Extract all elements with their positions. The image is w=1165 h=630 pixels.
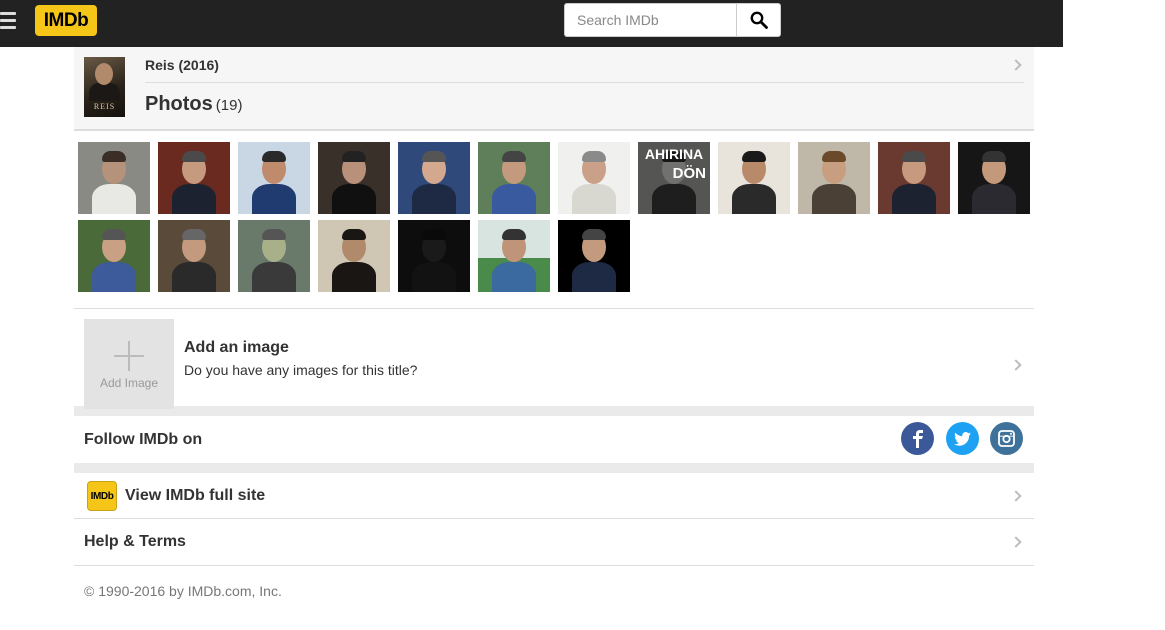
chevron-right-icon — [1010, 536, 1022, 548]
instagram-button[interactable] — [990, 422, 1023, 455]
photo-thumbnail[interactable] — [238, 220, 310, 292]
photo-thumbnail[interactable] — [558, 142, 630, 214]
search-button[interactable] — [736, 3, 781, 37]
follow-label: Follow IMDb on — [84, 431, 203, 448]
photo-thumbnail[interactable] — [158, 142, 230, 214]
photo-thumbnail[interactable] — [478, 220, 550, 292]
photo-thumbnail[interactable] — [78, 142, 150, 214]
facebook-button[interactable] — [901, 422, 934, 455]
add-image-button[interactable]: Add Image — [84, 319, 174, 409]
title-poster[interactable]: REIS — [84, 57, 125, 117]
poster-text: REIS — [93, 102, 116, 111]
chevron-right-icon — [1010, 359, 1022, 371]
photo-caption: AHIRINA DÖN — [638, 142, 710, 214]
photo-thumbnail[interactable] — [318, 220, 390, 292]
title-name[interactable]: Reis (2016) — [145, 57, 219, 73]
search-icon — [750, 11, 768, 29]
title-divider — [145, 82, 1024, 83]
photo-count: (19) — [215, 97, 243, 114]
hamburger-menu-icon[interactable] — [0, 12, 16, 30]
photo-thumbnail[interactable] — [238, 142, 310, 214]
help-terms-row[interactable]: Help & Terms — [74, 519, 1034, 566]
imdb-logo[interactable]: IMDb — [35, 5, 97, 36]
photo-thumbnail[interactable] — [798, 142, 870, 214]
photo-thumbnail[interactable] — [478, 142, 550, 214]
follow-row: Follow IMDb on — [74, 416, 1034, 473]
facebook-icon — [912, 429, 923, 448]
photo-thumbnail[interactable] — [718, 142, 790, 214]
photo-thumbnail[interactable] — [558, 220, 630, 292]
top-navbar: IMDb — [0, 0, 1063, 47]
twitter-button[interactable] — [946, 422, 979, 455]
photo-thumbnail[interactable] — [158, 220, 230, 292]
photo-thumbnail[interactable]: AHIRINA DÖN — [638, 142, 710, 214]
photo-thumbnail[interactable] — [318, 142, 390, 214]
photo-thumbnail[interactable] — [878, 142, 950, 214]
add-image-title: Add an image — [184, 339, 289, 356]
copyright-text: © 1990-2016 by IMDb.com, Inc. — [84, 583, 282, 599]
twitter-icon — [954, 431, 971, 446]
page-title: Photos (19) — [145, 93, 242, 116]
add-image-row[interactable]: Add Image Add an image Do you have any i… — [74, 309, 1034, 416]
photo-thumbnail[interactable] — [398, 142, 470, 214]
chevron-right-icon — [1010, 490, 1022, 502]
photo-thumbnail[interactable] — [398, 220, 470, 292]
search-bar — [564, 3, 781, 37]
chevron-right-icon — [1010, 59, 1022, 71]
section-title: Photos — [145, 93, 213, 115]
title-header[interactable]: REIS Reis (2016) Photos (19) — [74, 47, 1034, 131]
view-full-site-link[interactable]: View IMDb full site — [125, 487, 265, 505]
main-content: REIS Reis (2016) Photos (19) AHIRINA DÖN A… — [74, 47, 1034, 616]
photo-thumbnail[interactable] — [958, 142, 1030, 214]
add-image-subtitle: Do you have any images for this title? — [184, 362, 418, 378]
photo-thumbnail[interactable] — [78, 220, 150, 292]
help-terms-link[interactable]: Help & Terms — [84, 533, 186, 551]
photo-grid: AHIRINA DÖN — [74, 131, 1034, 309]
instagram-icon — [998, 430, 1015, 447]
imdb-logo-icon: IMDb — [87, 481, 117, 511]
footer: © 1990-2016 by IMDb.com, Inc. — [74, 566, 1034, 616]
view-full-site-row[interactable]: IMDb View IMDb full site — [74, 473, 1034, 519]
add-image-label: Add Image — [99, 376, 159, 390]
search-input[interactable] — [564, 3, 736, 37]
